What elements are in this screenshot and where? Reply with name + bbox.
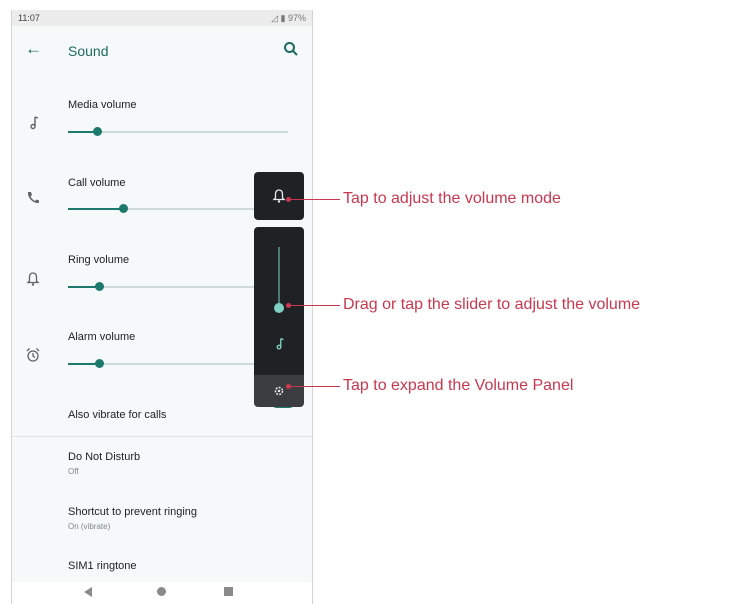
alarm-volume-label: Alarm volume	[68, 331, 136, 343]
media-volume-thumb[interactable]	[92, 127, 102, 136]
callout-line	[290, 199, 340, 200]
nav-back-icon[interactable]	[84, 587, 92, 597]
bell-icon	[272, 189, 286, 203]
signal-icon: ◿	[271, 13, 278, 23]
volume-panel-slider[interactable]	[254, 227, 304, 375]
shortcut-sub: On (vibrate)	[68, 522, 111, 531]
sim1-ringtone-label[interactable]: SIM1 ringtone	[68, 560, 136, 572]
callout-line	[290, 386, 340, 387]
nav-bar	[12, 582, 312, 604]
media-volume-label: Media volume	[68, 99, 137, 111]
battery-icon: ▮	[280, 13, 286, 23]
music-note-icon	[276, 338, 284, 350]
ring-volume-thumb[interactable]	[94, 282, 104, 291]
call-volume-thumb[interactable]	[119, 204, 128, 213]
call-volume-fill	[68, 208, 123, 210]
callout-volume-mode: Tap to adjust the volume mode	[343, 190, 561, 207]
callout-slider: Drag or tap the slider to adjust the vol…	[343, 296, 641, 313]
vibrate-label: Also vibrate for calls	[68, 409, 167, 421]
callout-expand-panel: Tap to expand the Volume Panel	[343, 377, 574, 394]
page-title: Sound	[68, 43, 109, 59]
status-time: 11:07	[18, 13, 40, 23]
dnd-label[interactable]: Do Not Disturb	[68, 451, 140, 463]
nav-home-icon[interactable]	[157, 587, 166, 596]
shortcut-label[interactable]: Shortcut to prevent ringing	[68, 506, 197, 518]
battery-percent: 97%	[287, 13, 306, 23]
gear-icon	[274, 386, 284, 396]
app-bar: ← Sound	[12, 26, 312, 74]
music-note-icon	[30, 116, 39, 130]
search-icon[interactable]	[282, 40, 300, 58]
phone-icon	[27, 192, 39, 204]
volume-panel-expand-button[interactable]	[254, 375, 304, 407]
status-bar: 11:07 ◿ ▮ 97%	[12, 10, 312, 26]
call-volume-label: Call volume	[68, 177, 126, 189]
battery-indicator: ◿ ▮ 97%	[271, 13, 306, 24]
volume-mode-button[interactable]	[254, 172, 304, 220]
divider	[12, 436, 312, 437]
nav-recents-icon[interactable]	[224, 587, 233, 596]
volume-panel-thumb[interactable]	[274, 303, 284, 313]
ring-volume-label: Ring volume	[68, 254, 130, 266]
alarm-clock-icon	[26, 348, 40, 362]
arrow-left-icon[interactable]: ←	[25, 39, 42, 59]
alarm-volume-thumb[interactable]	[94, 359, 104, 368]
bell-icon	[26, 272, 40, 286]
media-volume-slider[interactable]	[68, 127, 288, 136]
callout-line	[290, 305, 340, 306]
dnd-sub: Off	[68, 467, 79, 476]
volume-panel-track[interactable]	[278, 247, 280, 309]
